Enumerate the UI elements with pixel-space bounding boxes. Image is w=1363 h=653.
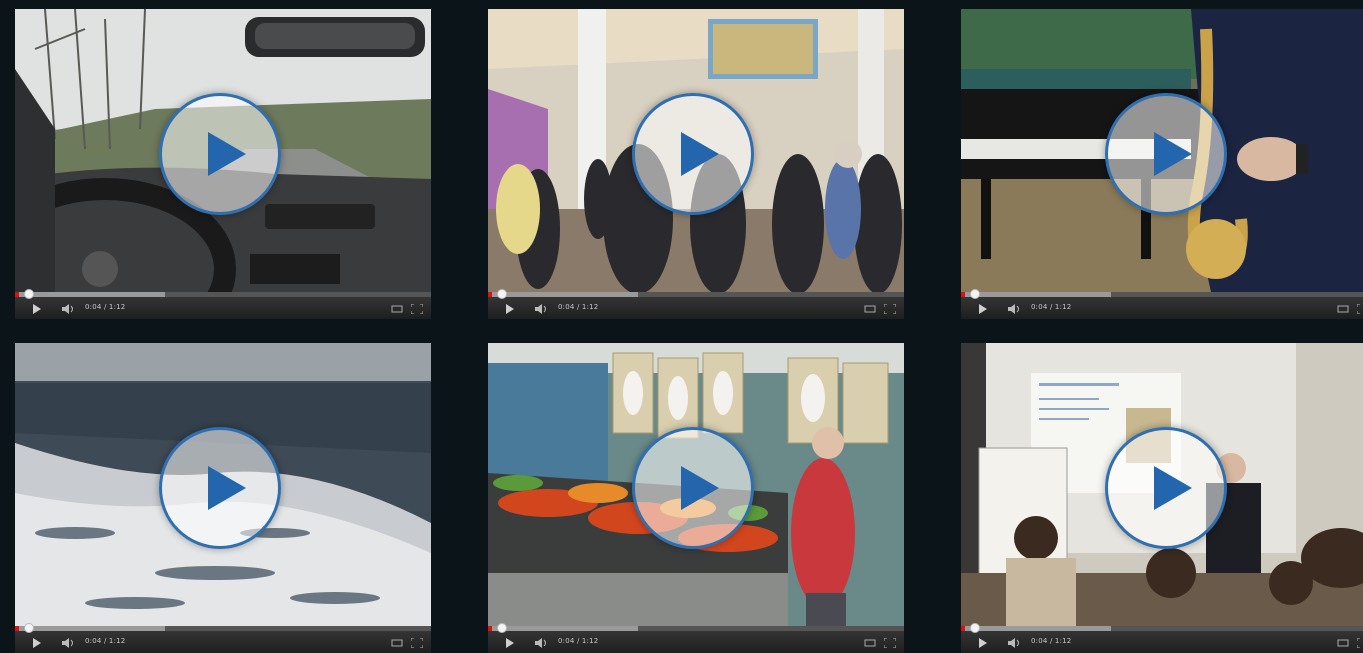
- time-display: 0:04 / 1:12: [85, 637, 126, 645]
- video-tile-4[interactable]: 0:04 / 1:12: [15, 343, 431, 653]
- video-tile-3[interactable]: 0:04 / 1:12: [961, 9, 1363, 319]
- progress-fill: [961, 626, 966, 631]
- loop-icon[interactable]: [864, 638, 876, 648]
- play-icon[interactable]: [505, 304, 515, 314]
- progress-bar[interactable]: [488, 626, 904, 631]
- player-controls: 0:04 / 1:12: [15, 623, 431, 653]
- play-circle-icon[interactable]: [159, 93, 281, 215]
- loop-icon[interactable]: [864, 304, 876, 314]
- progress-fill: [961, 292, 966, 297]
- scrubber-handle[interactable]: [24, 289, 35, 299]
- buffer-fill: [15, 626, 165, 631]
- scrubber-handle[interactable]: [970, 289, 981, 299]
- scrubber-handle[interactable]: [970, 623, 981, 633]
- fullscreen-icon[interactable]: [884, 304, 896, 314]
- play-circle-icon[interactable]: [632, 93, 754, 215]
- time-display: 0:04 / 1:12: [558, 303, 599, 311]
- loop-icon[interactable]: [1337, 638, 1349, 648]
- progress-fill: [488, 626, 493, 631]
- loop-icon[interactable]: [391, 638, 403, 648]
- video-tile-2[interactable]: 0:04 / 1:12: [488, 9, 904, 319]
- volume-icon[interactable]: [1008, 304, 1022, 314]
- progress-bar[interactable]: [488, 292, 904, 297]
- buffer-fill: [488, 626, 638, 631]
- player-controls: 0:04 / 1:12: [488, 623, 904, 653]
- play-circle-icon[interactable]: [632, 427, 754, 549]
- fullscreen-icon[interactable]: [1357, 638, 1363, 648]
- fullscreen-icon[interactable]: [1357, 304, 1363, 314]
- player-controls: 0:04 / 1:12: [961, 623, 1363, 653]
- time-display: 0:04 / 1:12: [1031, 303, 1072, 311]
- volume-icon[interactable]: [535, 638, 549, 648]
- time-display: 0:04 / 1:12: [85, 303, 126, 311]
- progress-bar[interactable]: [961, 292, 1363, 297]
- buffer-fill: [15, 292, 165, 297]
- progress-bar[interactable]: [961, 626, 1363, 631]
- volume-icon[interactable]: [535, 304, 549, 314]
- volume-icon[interactable]: [62, 638, 76, 648]
- video-tile-6[interactable]: 0:04 / 1:12: [961, 343, 1363, 653]
- loop-icon[interactable]: [1337, 304, 1349, 314]
- scrubber-handle[interactable]: [24, 623, 35, 633]
- play-circle-icon[interactable]: [159, 427, 281, 549]
- play-icon[interactable]: [978, 304, 988, 314]
- fullscreen-icon[interactable]: [411, 638, 423, 648]
- player-controls: 0:04 / 1:12: [961, 289, 1363, 319]
- player-controls: 0:04 / 1:12: [488, 289, 904, 319]
- buffer-fill: [488, 292, 638, 297]
- player-controls: 0:04 / 1:12: [15, 289, 431, 319]
- progress-fill: [15, 626, 20, 631]
- progress-bar[interactable]: [15, 626, 431, 631]
- fullscreen-icon[interactable]: [884, 638, 896, 648]
- scrubber-handle[interactable]: [497, 289, 508, 299]
- time-display: 0:04 / 1:12: [558, 637, 599, 645]
- play-icon[interactable]: [32, 638, 42, 648]
- video-tile-5[interactable]: 0:04 / 1:12: [488, 343, 904, 653]
- progress-fill: [15, 292, 20, 297]
- volume-icon[interactable]: [62, 304, 76, 314]
- volume-icon[interactable]: [1008, 638, 1022, 648]
- buffer-fill: [961, 292, 1111, 297]
- fullscreen-icon[interactable]: [411, 304, 423, 314]
- loop-icon[interactable]: [391, 304, 403, 314]
- progress-bar[interactable]: [15, 292, 431, 297]
- progress-fill: [488, 292, 493, 297]
- play-circle-icon[interactable]: [1105, 427, 1227, 549]
- play-icon[interactable]: [505, 638, 515, 648]
- play-icon[interactable]: [978, 638, 988, 648]
- play-icon[interactable]: [32, 304, 42, 314]
- time-display: 0:04 / 1:12: [1031, 637, 1072, 645]
- play-circle-icon[interactable]: [1105, 93, 1227, 215]
- buffer-fill: [961, 626, 1111, 631]
- video-tile-1[interactable]: 0:04 / 1:12: [15, 9, 431, 319]
- scrubber-handle[interactable]: [497, 623, 508, 633]
